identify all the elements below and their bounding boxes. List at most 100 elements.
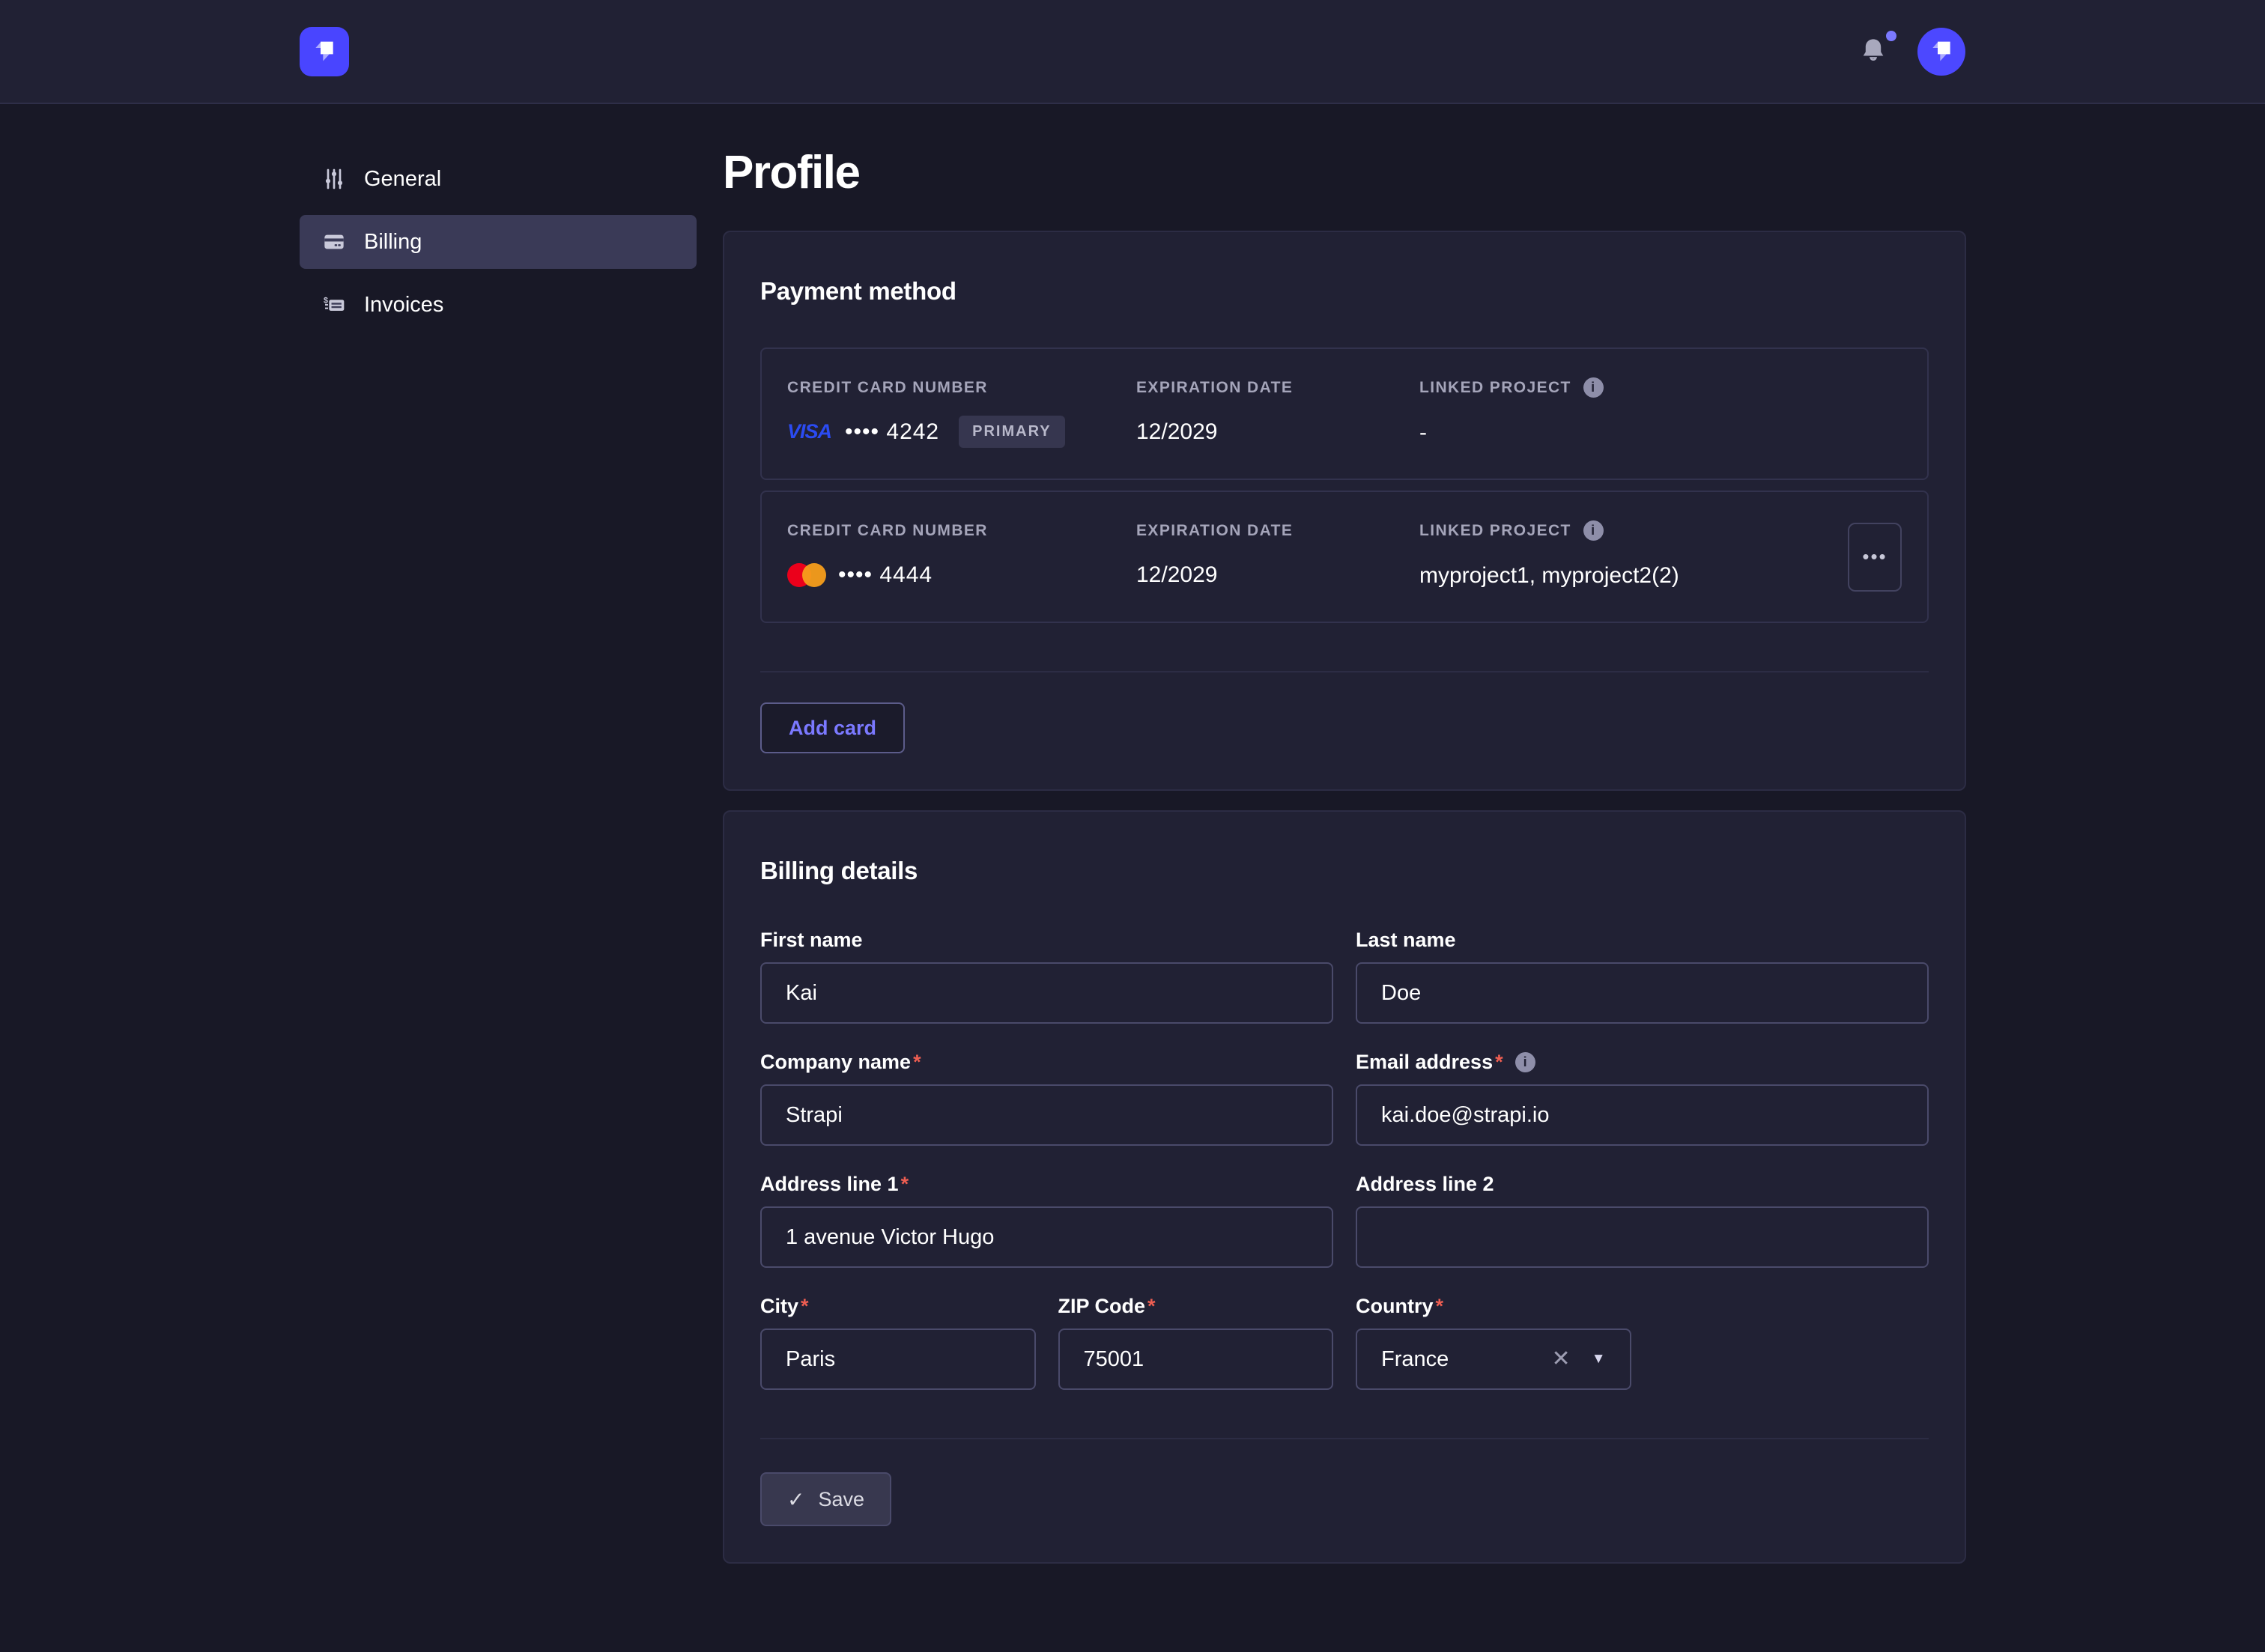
page-title: Profile bbox=[723, 146, 1966, 199]
card-row-mastercard: CREDIT CARD NUMBER •••• 4444 EXPIRATION … bbox=[760, 491, 1929, 623]
strapi-logo[interactable] bbox=[300, 27, 349, 76]
masked-card-number: •••• 4444 bbox=[838, 562, 933, 588]
zip-code-label: ZIP Code* bbox=[1058, 1295, 1334, 1318]
main-content: Profile Payment method CREDIT CARD NUMBE… bbox=[723, 152, 1966, 1624]
svg-text:$: $ bbox=[324, 296, 328, 305]
last-name-field-group: Last name bbox=[1356, 929, 1929, 1024]
country-value: France bbox=[1381, 1347, 1449, 1372]
sliders-icon bbox=[322, 167, 346, 191]
invoice-icon: $ bbox=[322, 293, 346, 317]
check-icon: ✓ bbox=[787, 1487, 804, 1512]
masked-card-number: •••• 4242 bbox=[845, 419, 939, 445]
city-zip-country-row: City* ZIP Code* Country* bbox=[760, 1295, 1929, 1390]
card-number-cell: CREDIT CARD NUMBER •••• 4444 bbox=[787, 522, 1136, 592]
last-name-input[interactable] bbox=[1356, 962, 1929, 1024]
address-line1-label: Address line 1* bbox=[760, 1173, 1333, 1196]
expiration-value: 12/2029 bbox=[1136, 415, 1419, 449]
linked-project-label: LINKED PROJECT bbox=[1419, 379, 1571, 397]
save-button[interactable]: ✓ Save bbox=[760, 1472, 891, 1526]
expiration-value: 12/2029 bbox=[1136, 558, 1419, 592]
first-name-label: First name bbox=[760, 929, 1333, 952]
country-field-group: Country* France ✕ ▼ bbox=[1356, 1295, 1631, 1390]
city-label: City* bbox=[760, 1295, 1036, 1318]
header-actions bbox=[1861, 28, 1965, 76]
company-name-label: Company name* bbox=[760, 1051, 1333, 1074]
sidebar-item-billing[interactable]: Billing bbox=[300, 215, 697, 269]
required-asterisk: * bbox=[1495, 1051, 1503, 1074]
chevron-down-icon[interactable]: ▼ bbox=[1592, 1351, 1606, 1367]
strapi-logo-icon bbox=[309, 37, 339, 67]
payment-method-title: Payment method bbox=[760, 277, 1929, 306]
billing-details-panel: Billing details First name Last name Com… bbox=[723, 810, 1966, 1564]
company-name-input[interactable] bbox=[760, 1084, 1333, 1146]
email-address-label: Email address* i bbox=[1356, 1051, 1929, 1074]
card-number-label: CREDIT CARD NUMBER bbox=[787, 522, 1136, 540]
panel-divider bbox=[760, 671, 1929, 672]
card-list: CREDIT CARD NUMBER VISA •••• 4242 PRIMAR… bbox=[760, 347, 1929, 623]
payment-method-panel: Payment method CREDIT CARD NUMBER VISA •… bbox=[723, 231, 1966, 791]
card-linked-cell: LINKED PROJECT i myproject1, myproject2(… bbox=[1419, 520, 1845, 593]
sidebar-item-invoices[interactable]: $ Invoices bbox=[300, 278, 697, 332]
email-address-field-group: Email address* i bbox=[1356, 1051, 1929, 1146]
expiration-label: EXPIRATION DATE bbox=[1136, 379, 1419, 397]
row-spacer bbox=[1654, 1295, 1929, 1390]
visa-icon: VISA bbox=[787, 420, 831, 443]
billing-details-title: Billing details bbox=[760, 857, 1929, 885]
address-line1-input[interactable] bbox=[760, 1206, 1333, 1268]
card-linked-cell: LINKED PROJECT i - bbox=[1419, 377, 1845, 450]
address-line2-field-group: Address line 2 bbox=[1356, 1173, 1929, 1268]
linked-project-value: - bbox=[1419, 416, 1845, 450]
linked-project-label: LINKED PROJECT bbox=[1419, 522, 1571, 540]
address-line2-label: Address line 2 bbox=[1356, 1173, 1929, 1196]
sidebar-item-label: General bbox=[364, 167, 441, 192]
card-number-label: CREDIT CARD NUMBER bbox=[787, 379, 1136, 397]
email-address-input[interactable] bbox=[1356, 1084, 1929, 1146]
sidebar-item-label: Billing bbox=[364, 230, 422, 255]
card-exp-cell: EXPIRATION DATE 12/2029 bbox=[1136, 379, 1419, 449]
city-input[interactable] bbox=[760, 1328, 1036, 1390]
address-line1-field-group: Address line 1* bbox=[760, 1173, 1333, 1268]
top-header bbox=[0, 0, 2265, 104]
required-asterisk: * bbox=[913, 1051, 921, 1074]
zip-code-input[interactable] bbox=[1058, 1328, 1334, 1390]
sidebar-item-general[interactable]: General bbox=[300, 152, 697, 206]
notifications-button[interactable] bbox=[1861, 37, 1888, 67]
add-card-button[interactable]: Add card bbox=[760, 702, 905, 753]
first-name-input[interactable] bbox=[760, 962, 1333, 1024]
required-asterisk: * bbox=[801, 1295, 809, 1318]
card-number-cell: CREDIT CARD NUMBER VISA •••• 4242 PRIMAR… bbox=[787, 379, 1136, 449]
required-asterisk: * bbox=[1147, 1295, 1156, 1318]
card-row-visa: CREDIT CARD NUMBER VISA •••• 4242 PRIMAR… bbox=[760, 347, 1929, 480]
panel-divider bbox=[760, 1438, 1929, 1439]
credit-card-icon bbox=[322, 230, 346, 254]
required-asterisk: * bbox=[1436, 1295, 1444, 1318]
sidebar-item-label: Invoices bbox=[364, 293, 443, 318]
address-line2-input[interactable] bbox=[1356, 1206, 1929, 1268]
country-select[interactable]: France ✕ ▼ bbox=[1356, 1328, 1631, 1390]
required-asterisk: * bbox=[901, 1173, 909, 1196]
avatar-strapi-icon bbox=[1926, 37, 1956, 67]
ellipsis-icon: ••• bbox=[1862, 545, 1887, 568]
mastercard-icon bbox=[787, 563, 826, 587]
billing-form: First name Last name Company name* bbox=[760, 929, 1929, 1390]
notification-dot bbox=[1886, 31, 1896, 41]
settings-sidebar: General Billing bbox=[300, 152, 697, 341]
save-button-label: Save bbox=[818, 1488, 864, 1511]
clear-icon[interactable]: ✕ bbox=[1552, 1348, 1571, 1370]
info-icon[interactable]: i bbox=[1583, 377, 1604, 398]
zip-code-field-group: ZIP Code* bbox=[1058, 1295, 1334, 1390]
linked-project-value: myproject1, myproject2(2) bbox=[1419, 559, 1845, 593]
first-name-field-group: First name bbox=[760, 929, 1333, 1024]
info-icon[interactable]: i bbox=[1583, 520, 1604, 541]
city-field-group: City* bbox=[760, 1295, 1036, 1390]
bell-icon bbox=[1861, 37, 1886, 65]
app-root: General Billing bbox=[0, 0, 2265, 1652]
page-body: General Billing bbox=[0, 104, 2265, 1624]
card-menu-button[interactable]: ••• bbox=[1848, 523, 1902, 592]
user-avatar[interactable] bbox=[1917, 28, 1965, 76]
company-name-field-group: Company name* bbox=[760, 1051, 1333, 1146]
info-icon[interactable]: i bbox=[1515, 1052, 1535, 1072]
expiration-label: EXPIRATION DATE bbox=[1136, 522, 1419, 540]
last-name-label: Last name bbox=[1356, 929, 1929, 952]
primary-badge: PRIMARY bbox=[959, 416, 1064, 448]
